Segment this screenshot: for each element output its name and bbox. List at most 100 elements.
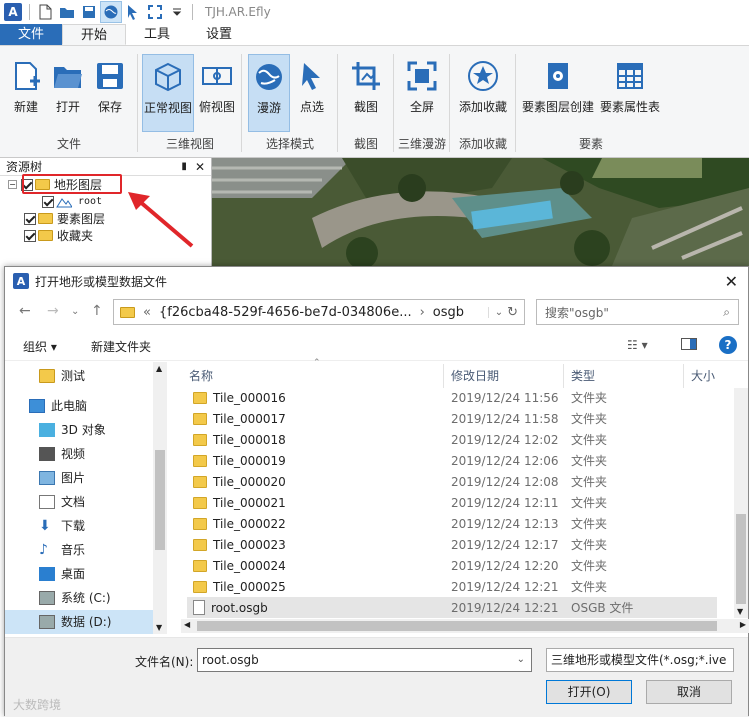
screenshot-button[interactable]: 截图 xyxy=(344,54,388,132)
top-view-button[interactable]: 俯视图 xyxy=(196,54,238,132)
search-input[interactable]: 搜索"osgb" ⌕ xyxy=(536,299,739,325)
file-row[interactable]: Tile_000022 2019/12/24 12:13 文件夹 xyxy=(187,513,717,534)
nav-item-3d-objects[interactable]: 3D 对象 xyxy=(39,418,106,442)
file-row[interactable]: Tile_000024 2019/12/24 12:20 文件夹 xyxy=(187,555,717,576)
close-button[interactable]: ✕ xyxy=(725,272,738,291)
view-options-icon[interactable]: ☷ ▾ xyxy=(627,338,648,352)
file-row[interactable]: Tile_000017 2019/12/24 11:58 文件夹 xyxy=(187,408,717,429)
file-row[interactable]: Tile_000020 2019/12/24 12:08 文件夹 xyxy=(187,471,717,492)
file-name: root.osgb xyxy=(211,600,268,615)
layer-create-button[interactable]: 要素图层创建 xyxy=(520,54,596,132)
close-icon[interactable]: ✕ xyxy=(195,158,205,175)
open-button[interactable]: 打开 xyxy=(48,54,88,132)
path-separator: › xyxy=(419,304,425,320)
add-favorite-button[interactable]: 添加收藏 xyxy=(456,54,510,132)
normal-view-button[interactable]: 正常视图 xyxy=(142,54,194,132)
column-header-type[interactable]: 类型 xyxy=(571,362,595,388)
pin-icon[interactable]: ▮ xyxy=(181,158,187,175)
checkbox[interactable] xyxy=(24,229,36,242)
file-list: ⌃ 名称 修改日期 类型 大小 Tile_000016 2019/12/24 11… xyxy=(181,358,749,634)
file-row[interactable]: Tile_000016 2019/12/24 11:56 文件夹 xyxy=(187,387,717,408)
nav-item-downloads[interactable]: ⬇ 下载 xyxy=(39,514,85,538)
globe-icon[interactable] xyxy=(100,1,122,23)
tree-item-label: 收藏夹 xyxy=(57,229,94,243)
column-header-size[interactable]: 大小 xyxy=(691,362,715,388)
preview-pane-icon[interactable] xyxy=(681,338,697,353)
checkbox[interactable] xyxy=(24,212,36,225)
nav-item-this-pc[interactable]: 此电脑 xyxy=(29,394,87,418)
tab-settings[interactable]: 设置 xyxy=(188,24,250,45)
new-folder-button[interactable]: 新建文件夹 xyxy=(91,338,151,355)
chevron-down-icon[interactable] xyxy=(166,1,188,23)
point-select-button[interactable]: 点选 xyxy=(292,54,332,132)
help-icon[interactable]: ? xyxy=(719,336,737,354)
nav-item-drive-d[interactable]: 数据 (D:) xyxy=(5,610,155,634)
arrow-cursor-icon[interactable] xyxy=(122,1,144,23)
search-icon[interactable]: ⌕ xyxy=(723,305,730,320)
path-overflow[interactable]: « xyxy=(143,305,151,320)
file-row[interactable]: Tile_000021 2019/12/24 12:11 文件夹 xyxy=(187,492,717,513)
forward-arrow-icon[interactable]: → xyxy=(47,303,59,319)
nav-item-pictures[interactable]: 图片 xyxy=(39,466,85,490)
save-button[interactable]: 保存 xyxy=(90,54,130,132)
nav-scrollbar[interactable]: ▲ ▼ xyxy=(153,362,167,634)
3d-scene-view[interactable] xyxy=(212,158,749,266)
annotation-highlight-box xyxy=(22,174,122,194)
fullscreen-button[interactable]: 全屏 xyxy=(400,54,444,132)
nav-label: 文档 xyxy=(61,495,86,509)
nav-item-documents[interactable]: 文档 xyxy=(39,490,85,514)
fullscreen-icon[interactable] xyxy=(144,1,166,23)
file-row[interactable]: Tile_000023 2019/12/24 12:17 文件夹 xyxy=(187,534,717,555)
save-icon[interactable] xyxy=(78,1,100,23)
folder-icon xyxy=(193,538,207,551)
menu-bar: 文件 开始 工具 设置 xyxy=(0,24,749,46)
filetype-select[interactable]: 三维地形或模型文件(*.osg;*.ive xyxy=(546,648,734,672)
nav-item-drive-c[interactable]: 系统 (C:) xyxy=(39,586,111,610)
open-button[interactable]: 打开(O) xyxy=(546,680,632,704)
tree-item-label: 要素图层 xyxy=(57,212,106,226)
address-bar[interactable]: « {f26cba48-529f-4656-be7d-034806e... › … xyxy=(113,299,525,325)
attribute-table-button[interactable]: 要素属性表 xyxy=(598,54,662,132)
nav-item-videos[interactable]: 视频 xyxy=(39,442,85,466)
file-row-selected[interactable]: root.osgb 2019/12/24 12:21 OSGB 文件 xyxy=(187,597,717,618)
path-segment-osgb[interactable]: osgb xyxy=(433,305,464,320)
new-button[interactable]: 新建 xyxy=(6,54,46,132)
checkbox[interactable] xyxy=(42,195,54,208)
up-arrow-icon[interactable]: ↑ xyxy=(91,303,103,319)
refresh-icon[interactable]: ↻ xyxy=(507,305,518,320)
tab-file[interactable]: 文件 xyxy=(0,24,63,45)
chevron-down-icon[interactable]: ⌄ xyxy=(71,306,79,317)
new-file-icon[interactable] xyxy=(34,1,56,23)
cancel-button[interactable]: 取消 xyxy=(646,680,732,704)
filename-input[interactable]: root.osgb ⌄ xyxy=(197,648,532,672)
roam-button[interactable]: 漫游 xyxy=(248,54,290,132)
collapse-icon[interactable]: − xyxy=(8,180,17,189)
file-row[interactable]: Tile_000018 2019/12/24 12:02 文件夹 xyxy=(187,429,717,450)
scroll-up-icon[interactable]: ▲ xyxy=(156,364,162,373)
scroll-down-icon[interactable]: ▼ xyxy=(737,607,743,616)
column-header-name[interactable]: 名称 xyxy=(189,362,213,388)
scroll-thumb[interactable] xyxy=(736,514,746,604)
nav-item-desktop[interactable]: 桌面 xyxy=(39,562,85,586)
tab-tools[interactable]: 工具 xyxy=(126,24,188,45)
chevron-down-icon[interactable]: ⌄ xyxy=(487,306,503,318)
horizontal-scrollbar[interactable]: ◀ ▶ xyxy=(181,619,749,633)
tab-start[interactable]: 开始 xyxy=(62,24,127,45)
path-segment-guid[interactable]: {f26cba48-529f-4656-be7d-034806e... xyxy=(159,305,412,320)
column-header-date[interactable]: 修改日期 xyxy=(451,362,499,388)
file-list-scrollbar[interactable]: ▼ xyxy=(734,388,748,618)
open-folder-icon[interactable] xyxy=(56,1,78,23)
scroll-thumb[interactable] xyxy=(197,621,717,631)
file-row[interactable]: Tile_000019 2019/12/24 12:06 文件夹 xyxy=(187,450,717,471)
chevron-down-icon[interactable]: ⌄ xyxy=(517,649,525,671)
scroll-right-icon[interactable]: ▶ xyxy=(740,620,746,629)
back-arrow-icon[interactable]: ← xyxy=(19,303,31,319)
group-label: 三维视图 xyxy=(165,137,214,151)
file-row[interactable]: Tile_000025 2019/12/24 12:21 文件夹 xyxy=(187,576,717,597)
scroll-thumb[interactable] xyxy=(155,450,165,550)
organize-button[interactable]: 组织 ▾ xyxy=(23,338,57,355)
scroll-down-icon[interactable]: ▼ xyxy=(156,623,162,632)
scroll-left-icon[interactable]: ◀ xyxy=(184,620,190,629)
nav-item-music[interactable]: ♪ 音乐 xyxy=(39,538,85,562)
nav-item-test[interactable]: 测试 xyxy=(39,364,85,388)
